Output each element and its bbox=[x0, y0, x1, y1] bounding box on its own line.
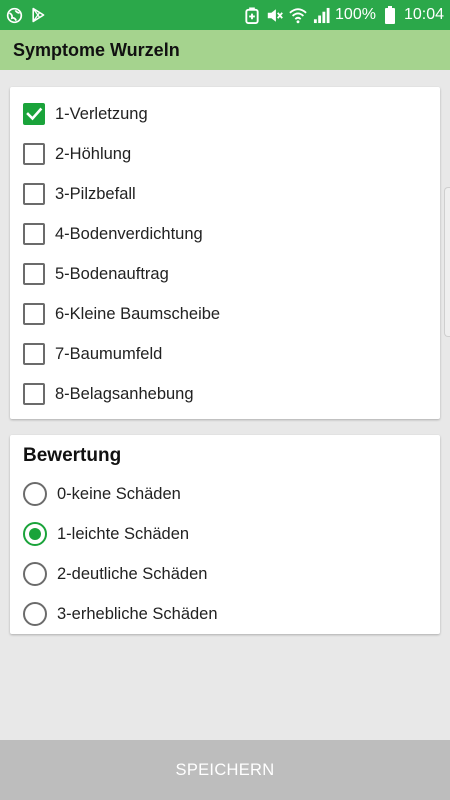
symptom-row-4[interactable]: 4-Bodenverdichtung bbox=[23, 220, 203, 248]
symptom-label: 5-Bodenauftrag bbox=[55, 264, 169, 283]
symptom-row-2[interactable]: 2-Höhlung bbox=[23, 140, 131, 168]
symptom-label: 3-Pilzbefall bbox=[55, 184, 136, 203]
symptom-label: 1-Verletzung bbox=[55, 104, 148, 123]
save-button[interactable]: SPEICHERN bbox=[0, 740, 450, 800]
rating-label: 1-leichte Schäden bbox=[57, 524, 190, 543]
radio-button-2[interactable] bbox=[23, 562, 47, 586]
checkbox-5[interactable] bbox=[23, 263, 45, 285]
symptom-row-8[interactable]: 8-Belagsanhebung bbox=[23, 380, 194, 408]
wifi-icon bbox=[289, 6, 307, 24]
status-bar: 100% 10:04 bbox=[0, 0, 450, 30]
checkbox-6[interactable] bbox=[23, 303, 45, 325]
globe-icon bbox=[5, 6, 23, 24]
checkbox-7[interactable] bbox=[23, 343, 45, 365]
rating-option-2[interactable]: 2-deutliche Schäden bbox=[23, 560, 207, 588]
rating-card: Bewertung 0-keine Schäden 1-leichte Schä… bbox=[10, 435, 440, 634]
rating-label: 3-erhebliche Schäden bbox=[57, 604, 218, 623]
rating-title: Bewertung bbox=[23, 445, 122, 466]
checkbox-1-checked[interactable] bbox=[23, 103, 45, 125]
radio-button-1-selected[interactable] bbox=[23, 522, 47, 546]
status-bar-right: 100% 10:04 bbox=[243, 6, 444, 24]
checkbox-4[interactable] bbox=[23, 223, 45, 245]
symptom-label: 8-Belagsanhebung bbox=[55, 384, 194, 403]
checkbox-2[interactable] bbox=[23, 143, 45, 165]
rating-option-1[interactable]: 1-leichte Schäden bbox=[23, 520, 189, 548]
symptom-row-5[interactable]: 5-Bodenauftrag bbox=[23, 260, 169, 288]
play-store-icon bbox=[29, 6, 47, 24]
symptom-row-3[interactable]: 3-Pilzbefall bbox=[23, 180, 136, 208]
signal-icon bbox=[312, 6, 330, 24]
mute-icon bbox=[266, 6, 284, 24]
page-title: Symptome Wurzeln bbox=[13, 39, 180, 60]
checkmark-icon bbox=[26, 107, 43, 121]
rating-option-3[interactable]: 3-erhebliche Schäden bbox=[23, 600, 218, 628]
app-bar: Symptome Wurzeln bbox=[0, 30, 450, 70]
radio-button-0[interactable] bbox=[23, 482, 47, 506]
clock: 10:04 bbox=[403, 6, 444, 23]
symptom-label: 4-Bodenverdichtung bbox=[55, 224, 203, 243]
battery-percent: 100% bbox=[335, 6, 376, 23]
rating-label: 0-keine Schäden bbox=[57, 484, 181, 503]
rating-label: 2-deutliche Schäden bbox=[57, 564, 208, 583]
radio-button-3[interactable] bbox=[23, 602, 47, 626]
save-button-label: SPEICHERN bbox=[175, 760, 275, 779]
symptom-label: 7-Baumumfeld bbox=[55, 344, 163, 363]
symptom-label: 6-Kleine Baumscheibe bbox=[55, 304, 221, 323]
symptom-label: 2-Höhlung bbox=[55, 144, 132, 163]
checkbox-8[interactable] bbox=[23, 383, 45, 405]
battery-icon bbox=[381, 6, 399, 24]
checkbox-3[interactable] bbox=[23, 183, 45, 205]
symptom-row-7[interactable]: 7-Baumumfeld bbox=[23, 340, 162, 368]
symptom-row-1[interactable]: 1-Verletzung bbox=[23, 100, 148, 128]
rating-option-0[interactable]: 0-keine Schäden bbox=[23, 480, 181, 508]
symptoms-card: 1-Verletzung 2-Höhlung 3-Pilzbefall 4-Bo… bbox=[10, 87, 440, 419]
status-bar-left bbox=[5, 6, 47, 24]
edge-panel-handle[interactable] bbox=[444, 187, 450, 337]
radio-dot bbox=[29, 528, 41, 540]
symptom-row-6[interactable]: 6-Kleine Baumscheibe bbox=[23, 300, 220, 328]
battery-saver-icon bbox=[243, 6, 261, 24]
